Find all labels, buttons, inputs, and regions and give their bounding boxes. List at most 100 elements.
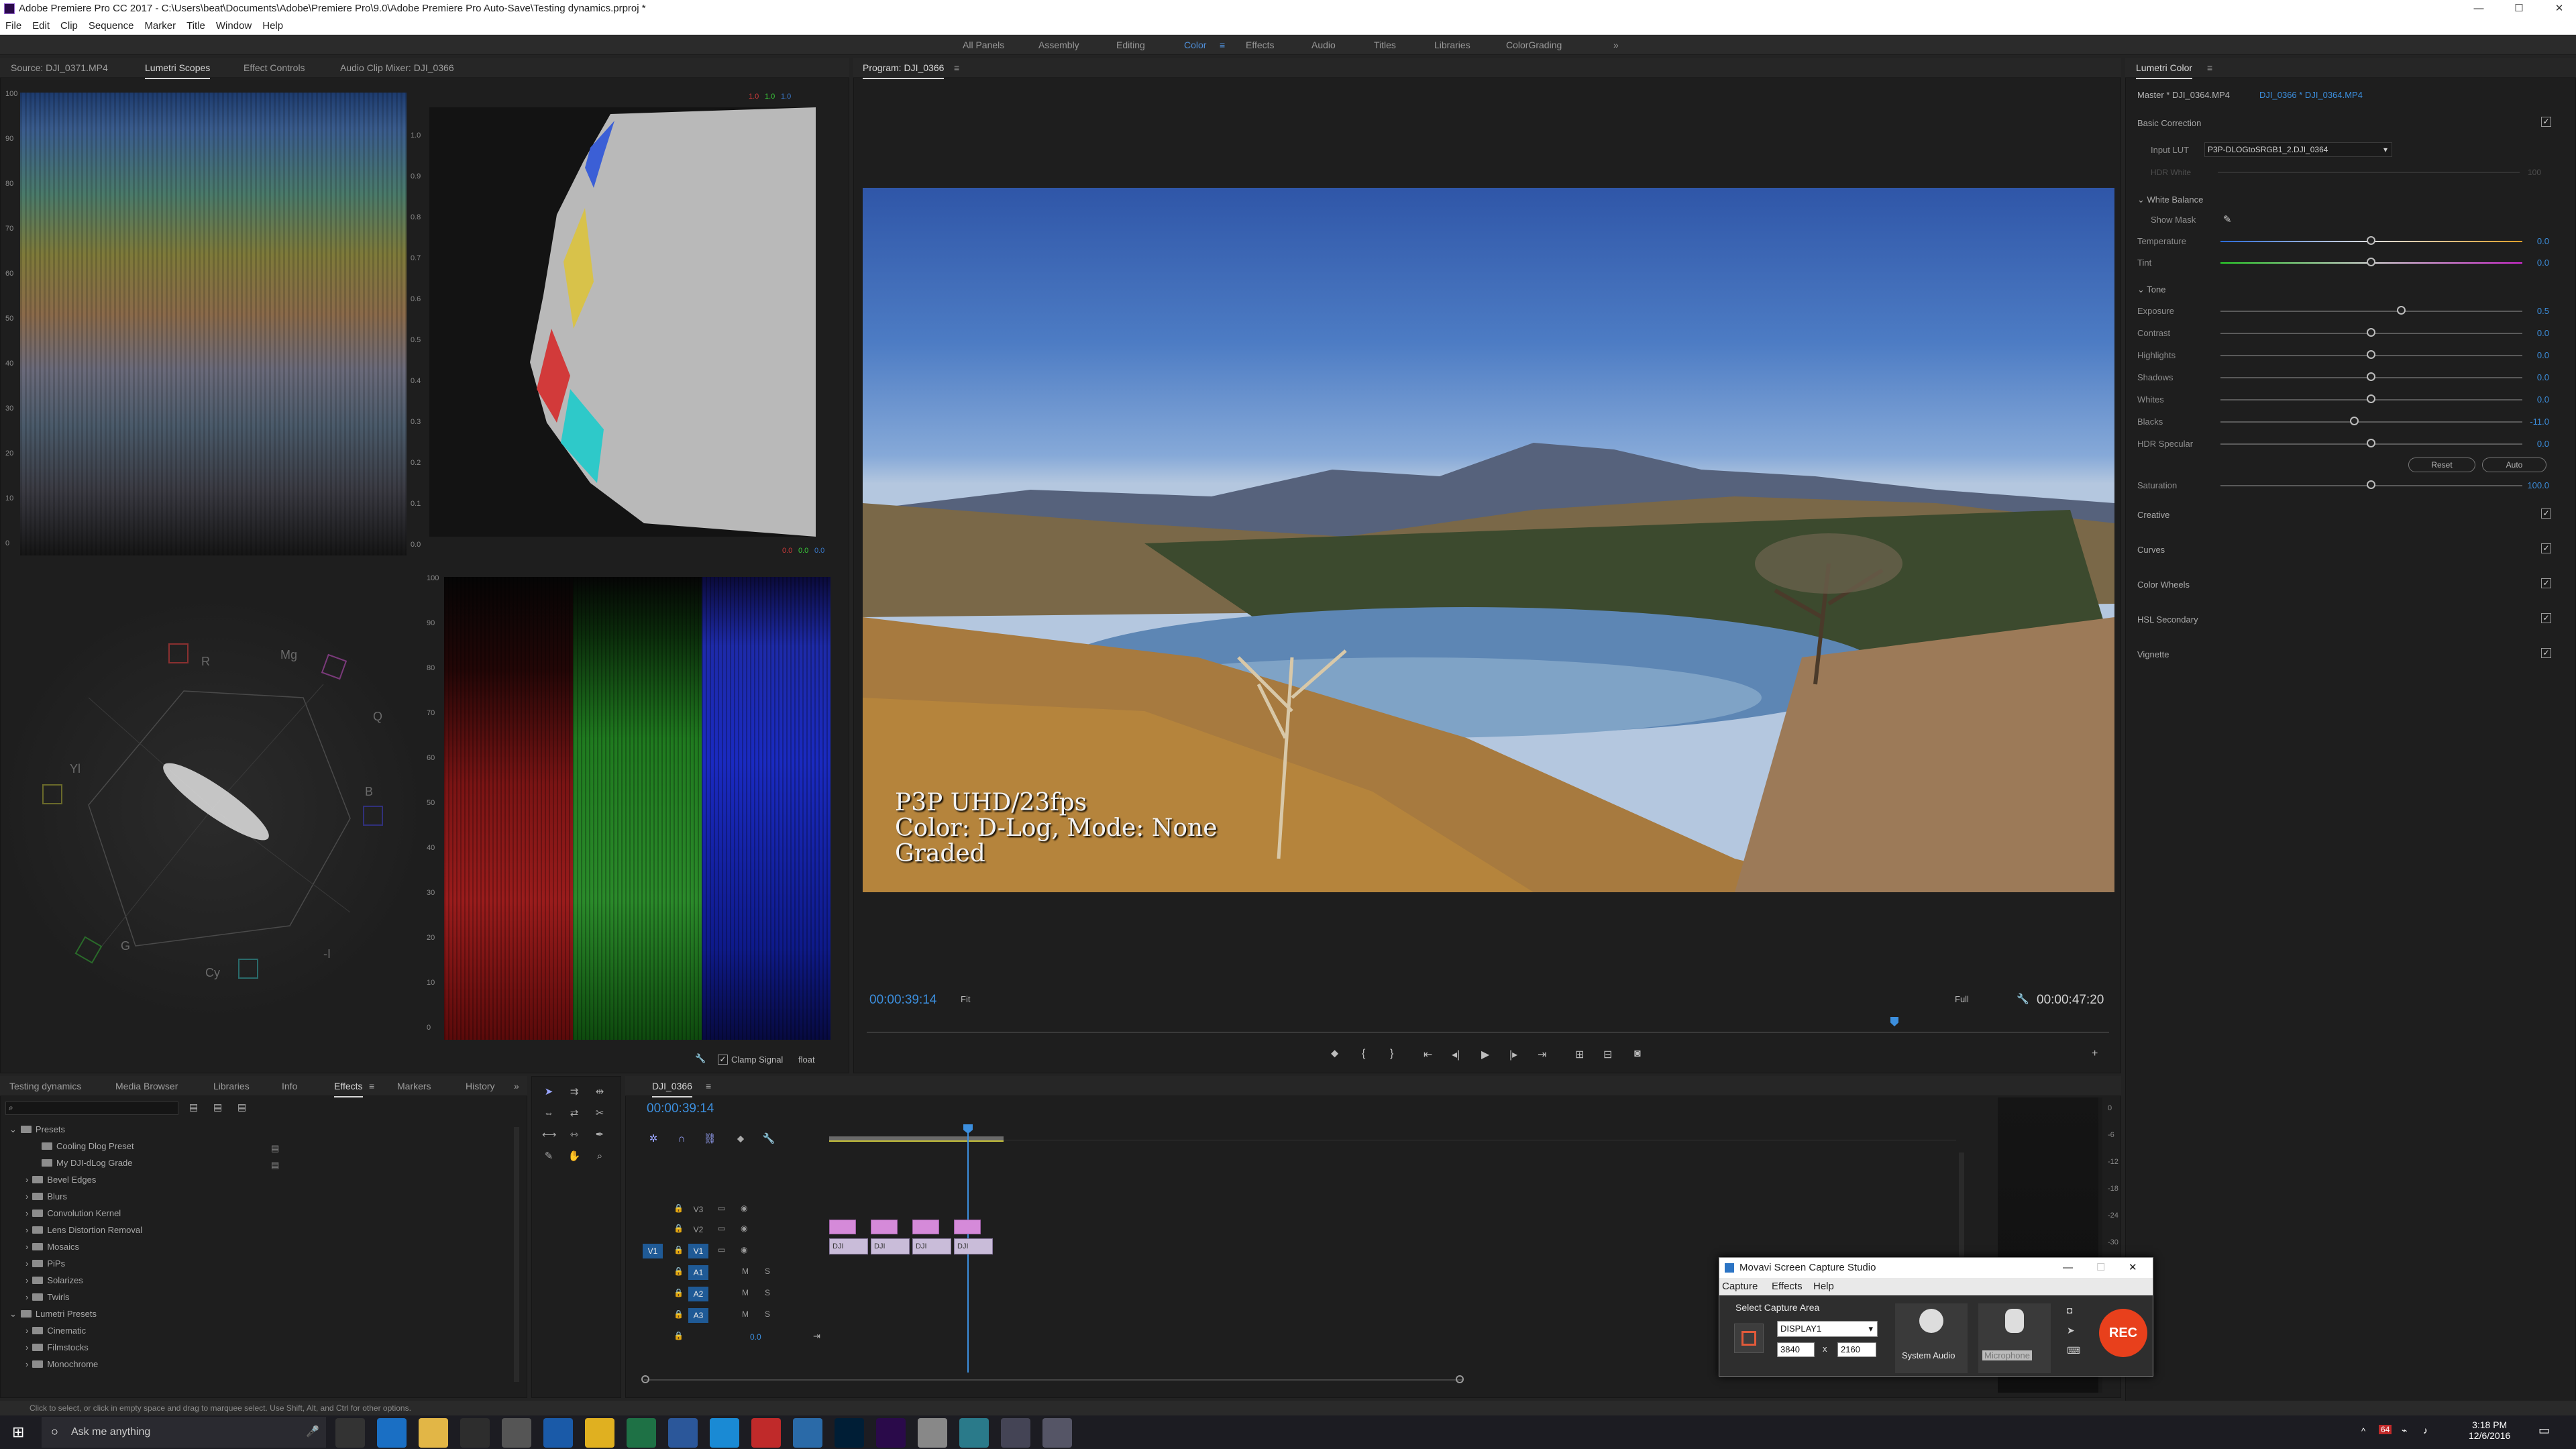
effects-tree-item[interactable]: › Twirls <box>25 1292 70 1302</box>
temperature-slider-value[interactable]: 0.0 <box>2537 236 2549 246</box>
tone-exposure-slider-value[interactable]: 0.5 <box>2537 306 2549 316</box>
lock-track-icon[interactable]: 🔒 <box>674 1267 684 1276</box>
effects-tree-item[interactable]: › Cinematic <box>25 1326 86 1336</box>
capture-height-input[interactable]: 2160 <box>1837 1342 1876 1357</box>
lumetri-section-creative[interactable]: Creative <box>2137 510 2169 520</box>
tab-markers[interactable]: Markers <box>397 1076 431 1096</box>
lumetri-section-checkbox[interactable]: ✓ <box>2541 578 2551 588</box>
rec-button[interactable]: REC <box>2099 1309 2147 1357</box>
eyedropper-icon[interactable]: ✎ <box>2223 213 2232 225</box>
system-audio-toggle[interactable]: System Audio <box>1895 1303 1968 1373</box>
tone-shadows-slider-value[interactable]: 0.0 <box>2537 372 2549 382</box>
microphone-toggle[interactable]: Microphone <box>1978 1303 2051 1373</box>
v2-clip[interactable] <box>871 1220 898 1234</box>
tab-effect-controls[interactable]: Effect Controls <box>244 58 305 78</box>
temperature-slider-knob[interactable] <box>2367 236 2375 245</box>
collapse-arrow-icon[interactable]: › <box>25 1208 28 1218</box>
effects-tree-item[interactable]: › Bevel Edges <box>25 1175 96 1185</box>
collapse-arrow-icon[interactable]: › <box>25 1292 28 1302</box>
eye-icon[interactable]: ◉ <box>741 1203 747 1213</box>
tone-whites-slider-knob[interactable] <box>2367 394 2375 403</box>
tone-blacks-slider-knob[interactable] <box>2350 417 2359 425</box>
webcam-icon[interactable]: ◘ <box>2067 1305 2072 1316</box>
timeline-offset-value[interactable]: 0.0 <box>750 1332 761 1342</box>
playback-resolution-select[interactable]: Full <box>1955 994 1969 1004</box>
tone-highlights-slider-knob[interactable] <box>2367 350 2375 359</box>
tone-blacks-slider-value[interactable]: -11.0 <box>2530 417 2549 427</box>
store-icon[interactable] <box>460 1418 490 1448</box>
workspace-colorgrading[interactable]: ColorGrading <box>1506 40 1562 50</box>
lock-track-icon[interactable]: 🔒 <box>674 1331 684 1340</box>
mark-in-icon[interactable]: { <box>1362 1048 1365 1060</box>
v1-clip[interactable]: DJI <box>954 1238 993 1254</box>
razor-tool-icon[interactable]: ✂ <box>593 1107 606 1120</box>
close-button[interactable]: ✕ <box>2544 0 2575 17</box>
clamp-signal-checkbox[interactable]: ✓ <box>718 1055 728 1065</box>
mark-out-icon[interactable]: } <box>1390 1048 1393 1060</box>
effects-tree-item[interactable]: › Lens Distortion Removal <box>25 1225 142 1235</box>
program-menu-icon[interactable]: ≡ <box>954 58 959 78</box>
movavi-taskbar-icon[interactable] <box>1042 1418 1072 1448</box>
outlook-icon[interactable] <box>543 1418 573 1448</box>
lumetri-section-color-wheels[interactable]: Color Wheels <box>2137 580 2190 590</box>
source-patch-v1[interactable]: V1 <box>643 1244 663 1258</box>
wrench-icon[interactable]: 🔧 <box>695 1053 706 1064</box>
workspace-editing[interactable]: Editing <box>1116 40 1145 50</box>
tab-history[interactable]: History <box>466 1076 495 1096</box>
movavi-maximize-button[interactable]: ☐ <box>2096 1258 2105 1278</box>
effects-tree-item[interactable]: ⌄ Lumetri Presets <box>9 1309 97 1320</box>
play-icon[interactable]: ▶ <box>1481 1048 1489 1061</box>
tab-lumetri-scopes[interactable]: Lumetri Scopes <box>145 58 211 79</box>
collapse-arrow-icon[interactable]: › <box>25 1225 28 1235</box>
toggle-sync-lock-icon[interactable]: ▭ <box>718 1203 725 1213</box>
display-select[interactable]: DISPLAY1 ▾ <box>1777 1321 1878 1337</box>
add-marker-timeline-icon[interactable]: ⬥ <box>734 1132 747 1146</box>
workspace-libraries[interactable]: Libraries <box>1434 40 1470 50</box>
32bit-effects-icon[interactable]: ▤ <box>213 1102 222 1113</box>
slide-tool-icon[interactable]: ⇿ <box>568 1128 581 1142</box>
linked-selection-icon[interactable]: ⛓ <box>703 1132 716 1146</box>
cortana-search-box[interactable]: ○ Ask me anything 🎤 <box>42 1417 326 1448</box>
tab-effects-menu-icon[interactable]: ≡ <box>369 1076 374 1096</box>
sequence-menu-icon[interactable]: ≡ <box>706 1076 711 1096</box>
maximize-button[interactable]: ☐ <box>2504 0 2534 17</box>
tone-exposure-slider-track[interactable] <box>2220 311 2522 312</box>
movavi-close-button[interactable]: ✕ <box>2129 1258 2137 1278</box>
expand-arrow-icon[interactable]: ⌄ <box>9 1309 17 1319</box>
go-to-out-icon[interactable]: ⇥ <box>1538 1048 1546 1061</box>
more-tabs-icon[interactable]: » <box>514 1076 519 1096</box>
tone-shadows-slider-knob[interactable] <box>2367 372 2375 381</box>
menu-marker[interactable]: Marker <box>139 17 181 35</box>
effects-tree-item[interactable]: › Convolution Kernel <box>25 1208 121 1218</box>
capture-area-button[interactable] <box>1734 1324 1764 1353</box>
program-settings-wrench-icon[interactable]: 🔧 <box>2017 993 2029 1005</box>
track-height-icon[interactable]: ⇥ <box>813 1331 820 1342</box>
collapse-arrow-icon[interactable]: › <box>25 1275 28 1285</box>
input-lut-select[interactable]: P3P-DLOGtoSRGB1_2.DJI_0364 ▾ <box>2204 142 2392 157</box>
timeline-zoom-scrollbar[interactable] <box>644 1379 1462 1381</box>
lock-track-icon[interactable]: 🔒 <box>674 1203 684 1213</box>
app-icon-teal[interactable] <box>959 1418 989 1448</box>
saturation-slider-knob[interactable] <box>2367 480 2375 489</box>
zoom-fit-select[interactable]: Fit <box>961 994 970 1004</box>
rolling-edit-tool-icon[interactable]: ⇔ <box>542 1107 555 1120</box>
menu-file[interactable]: File <box>0 17 27 35</box>
cursor-effects-icon[interactable]: ➤ <box>2067 1325 2075 1336</box>
lumetri-section-checkbox[interactable]: ✓ <box>2541 543 2551 553</box>
mute-button[interactable]: M <box>742 1309 749 1319</box>
lumetri-title[interactable]: Lumetri Color <box>2136 58 2193 79</box>
solo-button[interactable]: S <box>765 1267 770 1276</box>
volume-icon[interactable]: ♪ <box>2423 1425 2428 1436</box>
collapse-arrow-icon[interactable]: › <box>25 1342 28 1352</box>
sequence-tab[interactable]: DJI_0366 <box>652 1076 692 1097</box>
collapse-arrow-icon[interactable]: › <box>25 1175 28 1185</box>
menu-sequence[interactable]: Sequence <box>83 17 140 35</box>
hand-tool-icon[interactable]: ✋ <box>568 1150 581 1163</box>
tab-testing-dynamics[interactable]: Testing dynamics <box>9 1076 81 1096</box>
chrome-icon[interactable] <box>585 1418 614 1448</box>
ripple-edit-tool-icon[interactable]: ⇹ <box>593 1085 606 1099</box>
yuv-effects-icon[interactable]: ▤ <box>237 1102 246 1113</box>
menu-clip[interactable]: Clip <box>55 17 83 35</box>
add-marker-icon[interactable]: ⬥ <box>1331 1048 1338 1060</box>
workspace-menu-icon[interactable]: ≡ <box>1220 40 1225 50</box>
